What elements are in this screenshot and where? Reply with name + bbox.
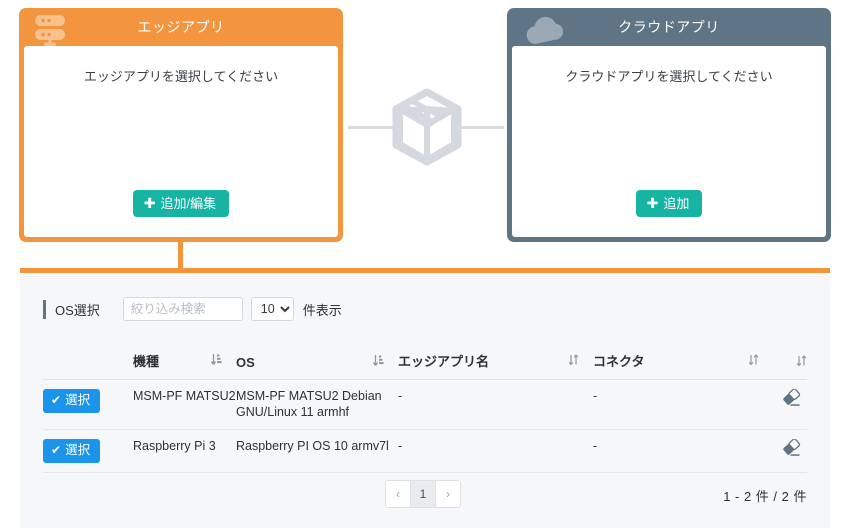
- cell-edge-app-name: -: [398, 429, 593, 473]
- th-select: [43, 351, 133, 380]
- cell-select: ✔ 選択: [43, 429, 133, 473]
- cell-model: MSM-PF MATSU2: [133, 379, 236, 431]
- cloud-card-body: クラウドアプリを選択してください ✚ 追加: [512, 46, 826, 237]
- count-unit-label: 件表示: [302, 302, 342, 318]
- section-accent-bar: [43, 299, 46, 319]
- edge-add-edit-label: 追加/編集: [160, 196, 217, 211]
- cloud-card-button-wrap: ✚ 追加: [512, 190, 826, 217]
- cloud-card-header: クラウドアプリ: [507, 8, 831, 46]
- cloud-card-hint: クラウドアプリを選択してください: [565, 69, 773, 84]
- cell-actions: [773, 379, 807, 431]
- sort-amount-icon[interactable]: [372, 354, 384, 370]
- check-icon: ✔: [51, 443, 62, 458]
- edge-add-edit-button[interactable]: ✚ 追加/編集: [132, 190, 230, 217]
- os-select-label: OS選択: [55, 302, 100, 318]
- cell-select: ✔ 選択: [43, 379, 133, 431]
- pagination-prev-button[interactable]: ‹: [385, 480, 411, 508]
- cell-actions: [773, 429, 807, 473]
- select-row-label: 選択: [65, 443, 91, 458]
- pagination: ‹ 1 ›: [385, 480, 461, 508]
- edge-card-header: エッジアプリ: [19, 8, 343, 46]
- os-table-header-row: 機種 OS エッジアプリ名 コネクタ: [43, 351, 807, 380]
- plus-icon: ✚: [143, 195, 156, 211]
- page-size-select[interactable]: 10: [250, 297, 294, 321]
- edge-app-card[interactable]: エッジアプリ エッジアプリを選択してください ✚ 追加/編集: [19, 8, 343, 242]
- edge-card-button-wrap: ✚ 追加/編集: [24, 190, 338, 217]
- cloud-add-label: 追加: [663, 196, 690, 211]
- th-model-label: 機種: [133, 354, 160, 369]
- pager-row: ‹ 1 › 1 - 2 件 / 2 件: [20, 480, 830, 510]
- cell-connector: -: [593, 429, 773, 473]
- th-os[interactable]: OS: [236, 351, 398, 380]
- cloud-app-card[interactable]: クラウドアプリ クラウドアプリを選択してください ✚ 追加: [507, 8, 831, 242]
- app-flow-area: エッジアプリ エッジアプリを選択してください ✚ 追加/編集 クラウドアプリ ク…: [0, 0, 850, 264]
- cloud-add-button[interactable]: ✚ 追加: [635, 190, 703, 217]
- os-table: 機種 OS エッジアプリ名 コネクタ ✔ 選択 MSM-PF MATSU2 MS…: [43, 351, 807, 473]
- th-edge-app-name-label: エッジアプリ名: [398, 354, 490, 369]
- eraser-icon[interactable]: [782, 388, 801, 411]
- sort-updown-icon[interactable]: [796, 354, 807, 370]
- pagination-page-1-button[interactable]: 1: [410, 480, 436, 508]
- edge-card-body: エッジアプリを選択してください ✚ 追加/編集: [24, 46, 338, 237]
- record-range-text: 1 - 2 件 / 2 件: [723, 489, 807, 504]
- th-edge-app-name[interactable]: エッジアプリ名: [398, 351, 593, 380]
- cloud-card-title: クラウドアプリ: [618, 19, 720, 35]
- plus-icon: ✚: [646, 195, 659, 211]
- select-row-button[interactable]: ✔ 選択: [43, 389, 101, 413]
- cell-os: Raspberry PI OS 10 armv7l: [236, 429, 398, 473]
- connector-line-right: [456, 126, 504, 129]
- eraser-icon[interactable]: [782, 438, 801, 461]
- table-row[interactable]: ✔ 選択 Raspberry Pi 3 Raspberry PI OS 10 ar…: [43, 429, 807, 473]
- os-selection-panel: OS選択 10 件表示 機種: [20, 273, 830, 528]
- th-os-label: OS: [236, 354, 255, 370]
- pagination-next-button[interactable]: ›: [435, 480, 461, 508]
- th-connector-label: コネクタ: [593, 354, 645, 369]
- cell-edge-app-name: -: [398, 379, 593, 431]
- filter-row: OS選択 10 件表示: [43, 297, 342, 321]
- sort-amount-icon[interactable]: [210, 353, 222, 369]
- edge-card-hint: エッジアプリを選択してください: [83, 69, 279, 84]
- table-row[interactable]: ✔ 選択 MSM-PF MATSU2 MSM-PF MATSU2 Debian G…: [43, 379, 807, 431]
- sort-updown-icon[interactable]: [748, 353, 759, 369]
- os-table-body: ✔ 選択 MSM-PF MATSU2 MSM-PF MATSU2 Debian G…: [43, 379, 807, 473]
- cell-connector: -: [593, 379, 773, 431]
- th-connector[interactable]: コネクタ: [593, 351, 773, 380]
- cell-os: MSM-PF MATSU2 Debian GNU/Linux 11 armhf: [236, 379, 398, 431]
- os-table-head: 機種 OS エッジアプリ名 コネクタ: [43, 351, 807, 380]
- select-row-button[interactable]: ✔ 選択: [43, 439, 101, 463]
- sort-updown-icon[interactable]: [568, 353, 579, 369]
- cube-icon: [388, 88, 466, 166]
- search-input[interactable]: [122, 297, 243, 321]
- cell-model: Raspberry Pi 3: [133, 429, 236, 473]
- th-model[interactable]: 機種: [133, 351, 236, 380]
- th-actions[interactable]: [773, 351, 807, 380]
- check-icon: ✔: [51, 393, 62, 407]
- edge-panel-connector-stem: [178, 242, 183, 271]
- select-row-label: 選択: [65, 393, 91, 407]
- edge-card-title: エッジアプリ: [137, 19, 225, 35]
